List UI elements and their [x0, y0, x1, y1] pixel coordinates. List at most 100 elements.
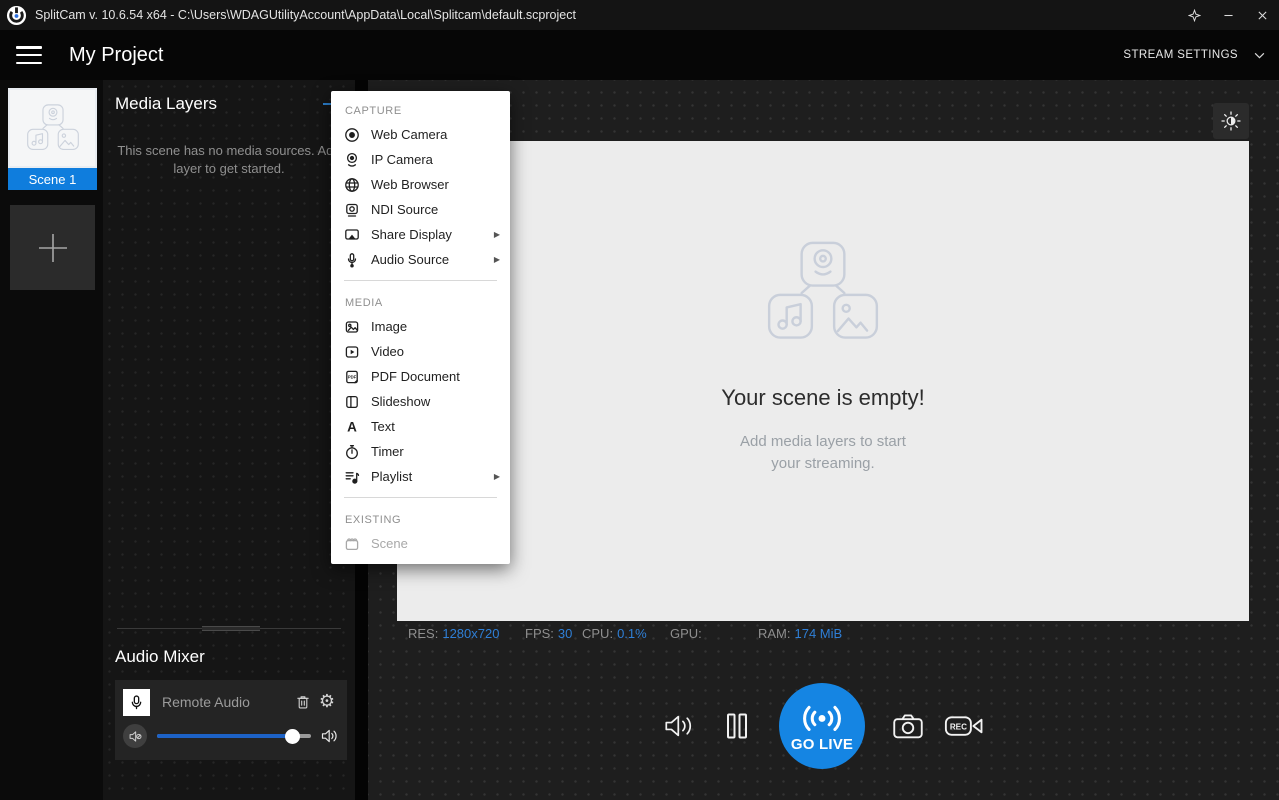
add-scene-button[interactable]	[10, 205, 95, 290]
menu-item-label: IP Camera	[371, 152, 500, 167]
volume-slider-thumb[interactable]	[285, 729, 300, 744]
scene-thumbnail[interactable]	[8, 88, 97, 168]
scene-preview-canvas[interactable]: Your scene is empty! Add media layers to…	[397, 141, 1249, 621]
scene-icon	[343, 535, 360, 552]
menu-item-text[interactable]: A Text	[331, 414, 510, 439]
menu-item-share-display[interactable]: Share Display▶	[331, 222, 510, 247]
web-camera-icon	[343, 126, 360, 143]
menu-item-scene[interactable]: Scene	[331, 531, 510, 556]
close-button[interactable]	[1245, 0, 1279, 30]
camera-icon	[891, 711, 925, 741]
menu-item-label: PDF Document	[371, 369, 500, 384]
stream-settings-label: STREAM SETTINGS	[1123, 49, 1238, 61]
menu-item-timer[interactable]: Timer	[331, 439, 510, 464]
audio-settings-button[interactable]: ⚙	[315, 690, 339, 714]
speaker-muted-icon	[128, 729, 143, 744]
empty-scene-subtitle: Add media layers to start your streaming…	[740, 431, 906, 475]
delete-audio-button[interactable]	[291, 690, 315, 714]
menu-item-ip-camera[interactable]: IP Camera	[331, 147, 510, 172]
menu-item-web-camera[interactable]: Web Camera	[331, 122, 510, 147]
menu-item-label: Text	[371, 419, 500, 434]
menu-item-label: NDI Source	[371, 202, 500, 217]
title-bar: SplitCam v. 10.6.54 x64 - C:\Users\WDAGU…	[0, 0, 1279, 30]
slideshow-icon	[343, 393, 360, 410]
menu-item-slideshow[interactable]: Slideshow	[331, 389, 510, 414]
menu-item-audio-source[interactable]: Audio Source▶	[331, 247, 510, 272]
menu-item-video[interactable]: Video	[331, 339, 510, 364]
svg-text:PDF: PDF	[347, 374, 356, 379]
playlist-icon	[343, 468, 360, 485]
menu-item-label: Web Camera	[371, 127, 500, 142]
sun-icon	[1220, 110, 1242, 132]
audio-source-name: Remote Audio	[162, 694, 291, 710]
speaker-icon	[321, 727, 339, 745]
menu-button[interactable]	[16, 46, 42, 64]
stat-gpu: GPU:	[670, 626, 706, 641]
video-icon	[343, 343, 360, 360]
menu-divider	[344, 497, 497, 498]
media-cluster-icon	[758, 241, 888, 343]
pause-icon	[723, 711, 751, 741]
rec-icon: REC	[944, 711, 984, 741]
audio-mixer-title: Audio Mixer	[115, 647, 205, 667]
snapshot-button[interactable]	[891, 711, 925, 741]
stream-settings-button[interactable]: STREAM SETTINGS	[1123, 49, 1265, 61]
project-title: My Project	[69, 44, 163, 67]
menu-item-label: Scene	[371, 536, 500, 551]
media-layers-panel: Media Layers This scene has no media sou…	[103, 80, 355, 800]
scene-name-badge: Scene 1	[8, 168, 97, 190]
splitcam-logo-icon	[6, 5, 27, 26]
menu-item-ndi-source[interactable]: NDI Source	[331, 197, 510, 222]
brightness-button[interactable]	[1213, 103, 1249, 139]
submenu-arrow-icon: ▶	[494, 472, 500, 481]
menu-item-label: Web Browser	[371, 177, 500, 192]
minimize-icon	[1222, 9, 1235, 22]
ndi-source-icon	[343, 201, 360, 218]
add-layer-menu: CAPTURE Web Camera IP Camera Web Browser NDI…	[331, 91, 510, 564]
menu-item-label: Image	[371, 319, 500, 334]
microphone-icon	[123, 689, 150, 716]
svg-text:A: A	[347, 419, 357, 434]
menu-item-web-browser[interactable]: Web Browser	[331, 172, 510, 197]
plus-icon	[32, 227, 74, 269]
window-title: SplitCam v. 10.6.54 x64 - C:\Users\WDAGU…	[35, 8, 576, 22]
record-button[interactable]: REC	[944, 711, 984, 741]
menu-item-label: Audio Source	[371, 252, 494, 267]
app-bar: My Project STREAM SETTINGS	[0, 30, 1279, 80]
stat-ram: RAM:174 MiB	[758, 626, 842, 641]
volume-slider[interactable]	[157, 734, 311, 738]
menu-item-pdf-document[interactable]: PDF PDF Document	[331, 364, 510, 389]
timer-icon	[343, 443, 360, 460]
mute-button[interactable]	[123, 724, 147, 748]
pin-on-top-button[interactable]	[1177, 0, 1211, 30]
submenu-arrow-icon: ▶	[494, 255, 500, 264]
ip-camera-icon	[343, 151, 360, 168]
menu-item-playlist[interactable]: Playlist▶	[331, 464, 510, 489]
panel-resize-handle[interactable]	[117, 625, 341, 633]
media-cluster-icon	[22, 104, 84, 152]
menu-item-label: Playlist	[371, 469, 494, 484]
media-layers-title: Media Layers	[115, 94, 217, 114]
sparkle-icon	[1188, 9, 1201, 22]
menu-divider	[344, 280, 497, 281]
go-live-button[interactable]: GO LIVE	[779, 683, 865, 769]
audio-monitor-button[interactable]	[664, 711, 696, 741]
audio-source-card: Remote Audio ⚙	[115, 680, 347, 760]
splitcam-window: SplitCam v. 10.6.54 x64 - C:\Users\WDAGU…	[0, 0, 1279, 800]
pause-button[interactable]	[723, 711, 751, 741]
chevron-down-icon	[1254, 52, 1265, 59]
empty-layers-message: This scene has no media sources. Add lay…	[113, 142, 345, 178]
menu-section-capture: CAPTURE	[331, 97, 510, 122]
web-browser-icon	[343, 176, 360, 193]
menu-item-image[interactable]: Image	[331, 314, 510, 339]
broadcast-icon	[799, 704, 845, 731]
empty-scene-title: Your scene is empty!	[721, 385, 924, 411]
text-icon: A	[343, 418, 360, 435]
gear-icon: ⚙	[319, 693, 335, 711]
share-display-icon	[343, 226, 360, 243]
menu-item-label: Timer	[371, 444, 500, 459]
menu-item-label: Slideshow	[371, 394, 500, 409]
audio-source-icon	[343, 251, 360, 268]
minimize-button[interactable]	[1211, 0, 1245, 30]
submenu-arrow-icon: ▶	[494, 230, 500, 239]
